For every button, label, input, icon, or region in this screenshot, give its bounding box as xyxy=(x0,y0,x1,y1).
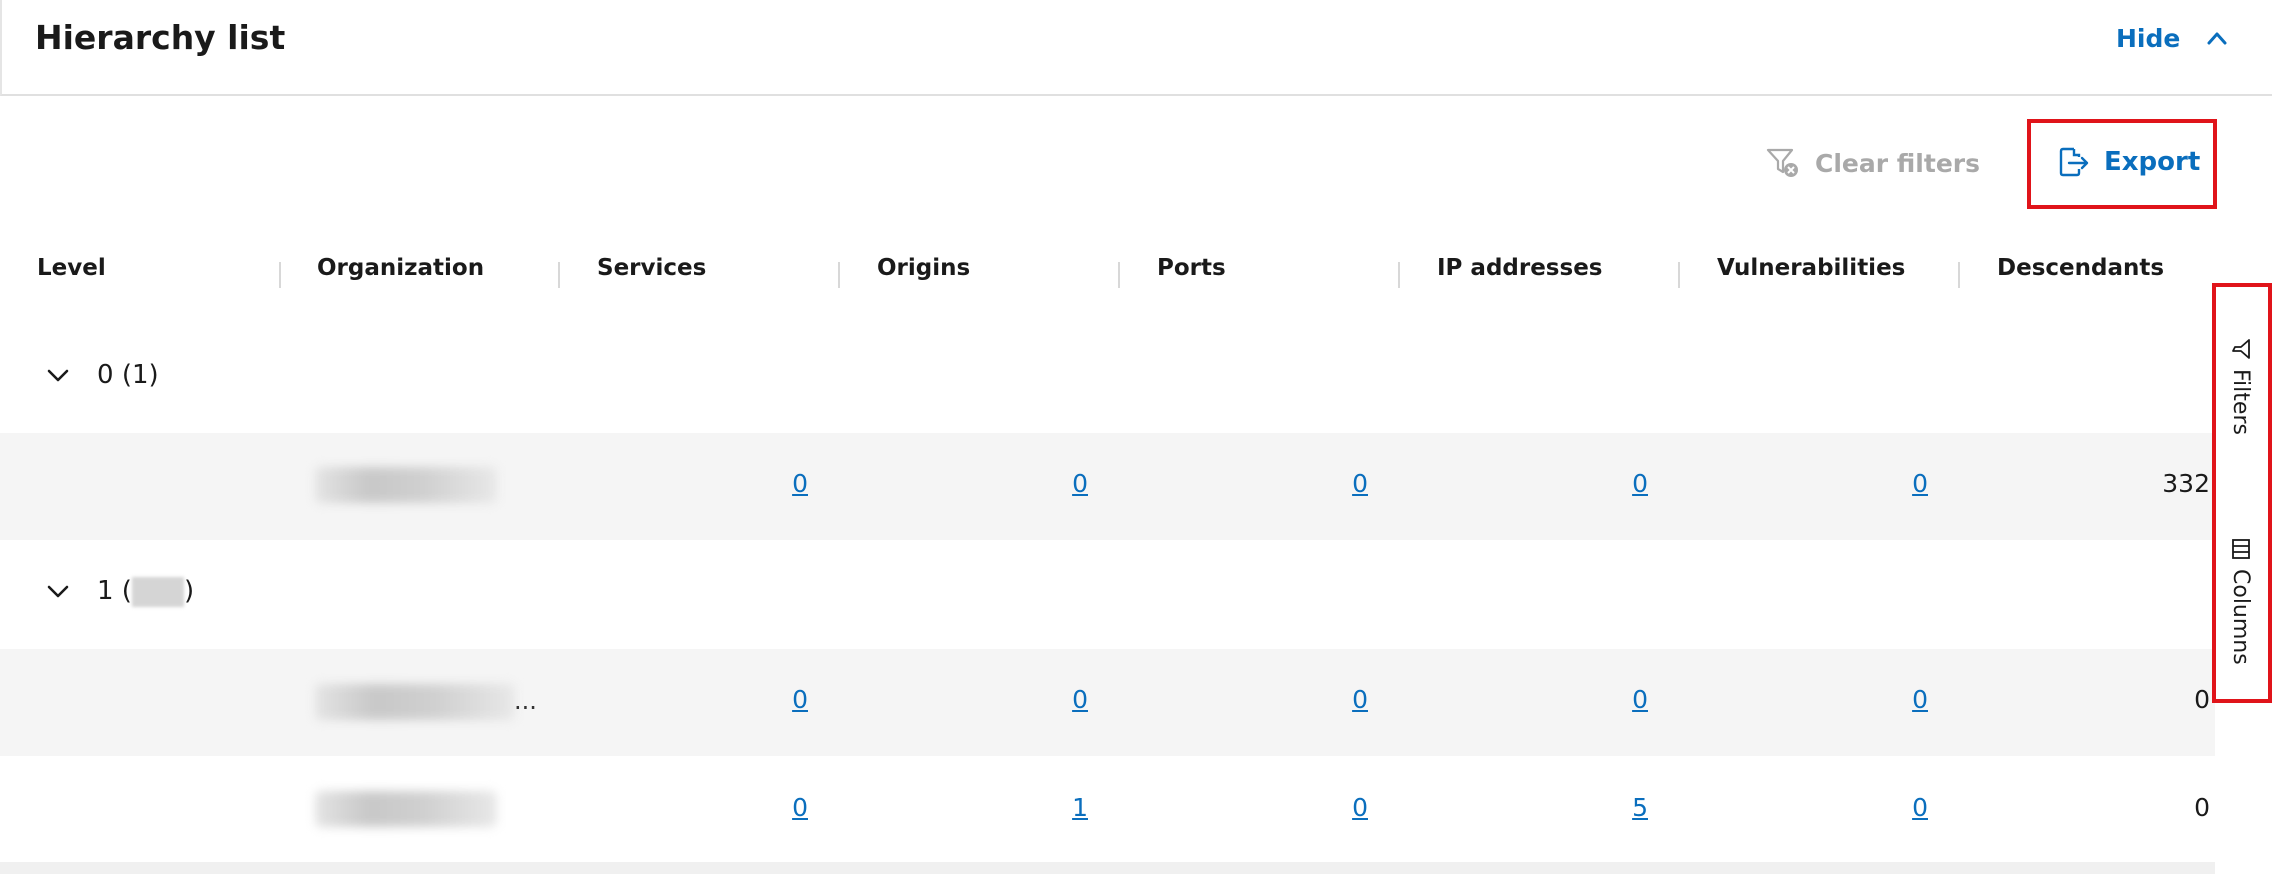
group-label: 1 () xyxy=(97,576,194,607)
group-count: (1) xyxy=(121,360,159,390)
column-divider[interactable] xyxy=(1398,262,1400,288)
chevron-down-icon[interactable] xyxy=(46,584,70,600)
descendants-count: 0 xyxy=(2194,685,2210,714)
ports-count-link[interactable]: 0 xyxy=(1308,469,1368,498)
column-divider[interactable] xyxy=(1118,262,1120,288)
chevron-down-icon[interactable] xyxy=(46,368,70,384)
column-divider[interactable] xyxy=(558,262,560,288)
truncation-ellipsis: ... xyxy=(514,687,537,715)
column-header-ports[interactable]: Ports xyxy=(1157,255,1226,295)
ports-count-link[interactable]: 0 xyxy=(1308,793,1368,822)
page-title: Hierarchy list xyxy=(35,18,286,57)
organization-name-redacted[interactable] xyxy=(315,467,497,503)
column-header-origins[interactable]: Origins xyxy=(877,255,970,295)
columns-tab-label: Columns xyxy=(2228,569,2253,665)
columns-tab[interactable]: Columns xyxy=(2228,537,2253,665)
column-header-level[interactable]: Level xyxy=(37,255,106,295)
vulnerabilities-count-link[interactable]: 0 xyxy=(1868,793,1928,822)
ip-addresses-count-link[interactable]: 0 xyxy=(1588,469,1648,498)
column-divider[interactable] xyxy=(1958,262,1960,288)
group-row-level-0[interactable]: 0 (1) xyxy=(0,326,2220,432)
column-header-organization[interactable]: Organization xyxy=(317,255,484,295)
clear-filters-button[interactable]: Clear filters xyxy=(1765,146,1980,180)
ip-addresses-count-link[interactable]: 0 xyxy=(1588,685,1648,714)
origins-count-link[interactable]: 0 xyxy=(1028,685,1088,714)
filters-tab-label: Filters xyxy=(2228,369,2253,435)
column-header-ip-addresses[interactable]: IP addresses xyxy=(1437,255,1602,295)
origins-count-link[interactable]: 0 xyxy=(1028,469,1088,498)
column-header-descendants[interactable]: Descendants xyxy=(1997,255,2164,295)
table-row[interactable]: 0 1 0 5 0 0 xyxy=(0,757,2215,864)
group-level: 0 xyxy=(97,360,114,390)
group-count-suffix: ) xyxy=(183,576,195,606)
clear-filters-label: Clear filters xyxy=(1815,148,1980,178)
group-level: 1 ( xyxy=(97,576,132,606)
column-divider[interactable] xyxy=(1678,262,1680,288)
ports-count-link[interactable]: 0 xyxy=(1308,685,1368,714)
group-count-redacted xyxy=(131,576,184,607)
organization-name-redacted[interactable] xyxy=(315,791,497,827)
filters-tab[interactable]: Filters xyxy=(2228,337,2253,435)
chevron-up-icon[interactable] xyxy=(2206,30,2228,46)
vulnerabilities-count-link[interactable]: 0 xyxy=(1868,469,1928,498)
ip-addresses-count-link[interactable]: 5 xyxy=(1588,793,1648,822)
filter-clear-icon xyxy=(1766,148,1798,177)
organization-name-redacted[interactable] xyxy=(315,684,515,720)
table-row[interactable]: 0 0 0 0 0 332 xyxy=(0,433,2215,540)
table-row[interactable]: ... 0 0 0 0 0 0 xyxy=(0,649,2215,756)
columns-icon xyxy=(2231,539,2250,559)
hierarchy-list-header: Hierarchy list Hide xyxy=(0,0,2272,96)
descendants-count: 0 xyxy=(2194,793,2210,822)
export-button[interactable]: Export xyxy=(2056,144,2200,180)
group-label: 0 (1) xyxy=(97,360,159,390)
descendants-count: 332 xyxy=(2162,469,2210,498)
filter-icon xyxy=(2231,339,2250,359)
export-label: Export xyxy=(2104,147,2201,177)
vulnerabilities-count-link[interactable]: 0 xyxy=(1868,685,1928,714)
column-divider[interactable] xyxy=(838,262,840,288)
column-header-vulnerabilities[interactable]: Vulnerabilities xyxy=(1717,255,1905,295)
export-icon xyxy=(2059,147,2089,177)
services-count-link[interactable]: 0 xyxy=(748,685,808,714)
table-row-partial xyxy=(0,862,2215,874)
group-row-level-1[interactable]: 1 () xyxy=(0,542,2220,648)
services-count-link[interactable]: 0 xyxy=(748,793,808,822)
origins-count-link[interactable]: 1 xyxy=(1028,793,1088,822)
column-divider[interactable] xyxy=(279,262,281,288)
column-header-services[interactable]: Services xyxy=(597,255,706,295)
services-count-link[interactable]: 0 xyxy=(748,469,808,498)
hide-button[interactable]: Hide xyxy=(2116,24,2180,53)
